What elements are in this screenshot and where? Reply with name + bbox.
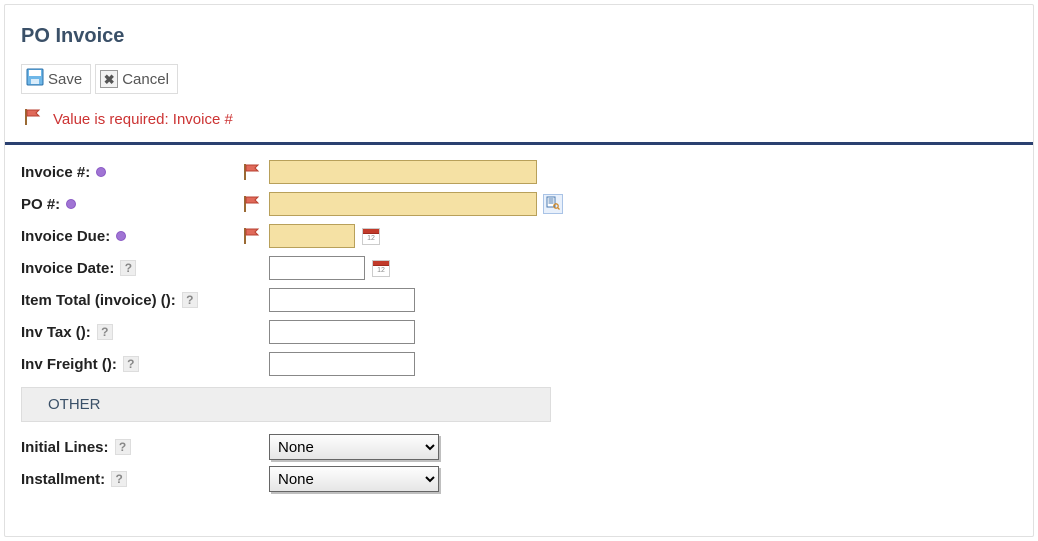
page-title: PO Invoice bbox=[21, 25, 1017, 48]
row-inv-tax: Inv Tax (): ? bbox=[21, 317, 1017, 347]
save-icon bbox=[26, 68, 44, 90]
label-installment: Installment: bbox=[21, 471, 105, 488]
row-item-total: Item Total (invoice) (): ? bbox=[21, 285, 1017, 315]
row-invoice-due: Invoice Due: 12 bbox=[21, 221, 1017, 251]
calendar-icon: 12 bbox=[372, 260, 390, 277]
label-invoice-date: Invoice Date: bbox=[21, 260, 114, 277]
form-panel: PO Invoice Save ✖ Cancel Value is requir… bbox=[4, 4, 1034, 537]
help-icon[interactable]: ? bbox=[111, 471, 127, 487]
required-dot-icon bbox=[96, 167, 106, 177]
label-inv-tax: Inv Tax (): bbox=[21, 324, 91, 341]
cancel-button[interactable]: ✖ Cancel bbox=[95, 64, 178, 94]
po-lookup-button[interactable] bbox=[543, 194, 563, 214]
header-section: PO Invoice Save ✖ Cancel Value is requir… bbox=[5, 5, 1033, 142]
invoice-date-calendar-button[interactable]: 12 bbox=[371, 258, 391, 278]
required-dot-icon bbox=[116, 231, 126, 241]
inv-freight-input[interactable] bbox=[269, 352, 415, 376]
installment-select[interactable]: None bbox=[269, 466, 439, 492]
flag-icon bbox=[241, 227, 263, 245]
save-button[interactable]: Save bbox=[21, 64, 91, 94]
invoice-date-input[interactable] bbox=[269, 256, 365, 280]
required-dot-icon bbox=[66, 199, 76, 209]
help-icon[interactable]: ? bbox=[123, 356, 139, 372]
cancel-label: Cancel bbox=[122, 71, 169, 88]
label-invoice-due: Invoice Due: bbox=[21, 228, 110, 245]
inv-tax-input[interactable] bbox=[269, 320, 415, 344]
invoice-due-calendar-button[interactable]: 12 bbox=[361, 226, 381, 246]
flag-icon bbox=[241, 195, 263, 213]
row-po-no: PO #: bbox=[21, 189, 1017, 219]
help-icon[interactable]: ? bbox=[182, 292, 198, 308]
label-item-total: Item Total (invoice) (): bbox=[21, 292, 176, 309]
form-area: Invoice #: PO #: bbox=[5, 145, 1033, 494]
save-label: Save bbox=[48, 71, 82, 88]
row-invoice-no: Invoice #: bbox=[21, 157, 1017, 187]
section-other-header: OTHER bbox=[21, 387, 551, 422]
error-text: Value is required: Invoice # bbox=[53, 111, 233, 128]
item-total-input[interactable] bbox=[269, 288, 415, 312]
help-icon[interactable]: ? bbox=[97, 324, 113, 340]
po-no-input[interactable] bbox=[269, 192, 537, 216]
toolbar: Save ✖ Cancel bbox=[21, 64, 1017, 94]
label-initial-lines: Initial Lines: bbox=[21, 439, 109, 456]
invoice-no-input[interactable] bbox=[269, 160, 537, 184]
label-invoice-no: Invoice #: bbox=[21, 164, 90, 181]
flag-icon bbox=[23, 108, 43, 130]
row-invoice-date: Invoice Date: ? 12 bbox=[21, 253, 1017, 283]
row-inv-freight: Inv Freight (): ? bbox=[21, 349, 1017, 379]
initial-lines-select[interactable]: None bbox=[269, 434, 439, 460]
help-icon[interactable]: ? bbox=[120, 260, 136, 276]
label-inv-freight: Inv Freight (): bbox=[21, 356, 117, 373]
row-initial-lines: Initial Lines: ? None bbox=[21, 432, 1017, 462]
error-message: Value is required: Invoice # bbox=[21, 108, 1017, 130]
row-installment: Installment: ? None bbox=[21, 464, 1017, 494]
invoice-due-input[interactable] bbox=[269, 224, 355, 248]
search-list-icon bbox=[546, 196, 560, 213]
calendar-icon: 12 bbox=[362, 228, 380, 245]
help-icon[interactable]: ? bbox=[115, 439, 131, 455]
flag-icon bbox=[241, 163, 263, 181]
cancel-icon: ✖ bbox=[100, 70, 118, 88]
label-po-no: PO #: bbox=[21, 196, 60, 213]
